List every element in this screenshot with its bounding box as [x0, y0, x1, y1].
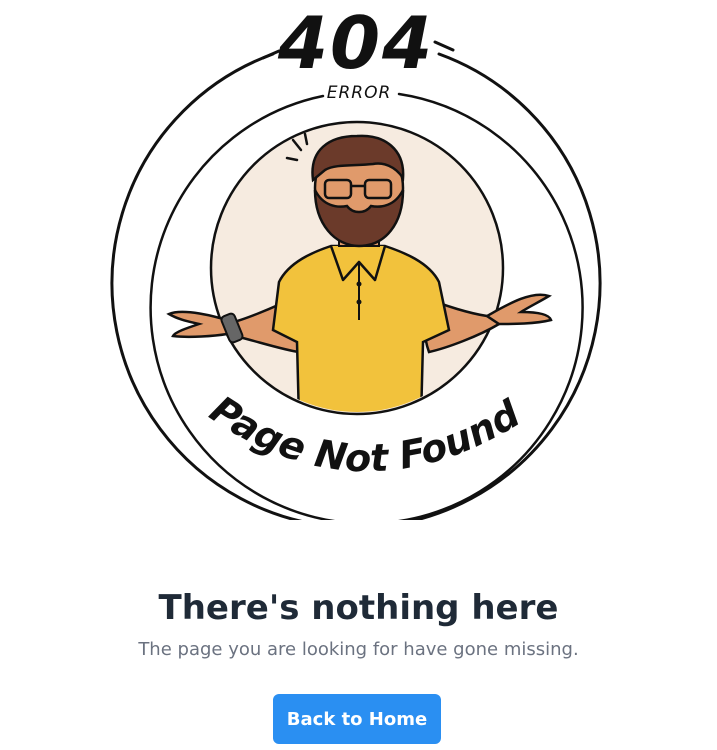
- yellow-shirt: [271, 244, 451, 412]
- page-title: There's nothing here: [158, 588, 559, 628]
- back-to-home-button[interactable]: Back to Home: [273, 694, 441, 744]
- error-404-illustration: 404 ERROR Page Not Found: [103, 0, 623, 520]
- error-code-text: 404: [277, 1, 434, 85]
- error-label-text: ERROR: [327, 83, 392, 103]
- page-description: The page you are looking for have gone m…: [138, 639, 579, 660]
